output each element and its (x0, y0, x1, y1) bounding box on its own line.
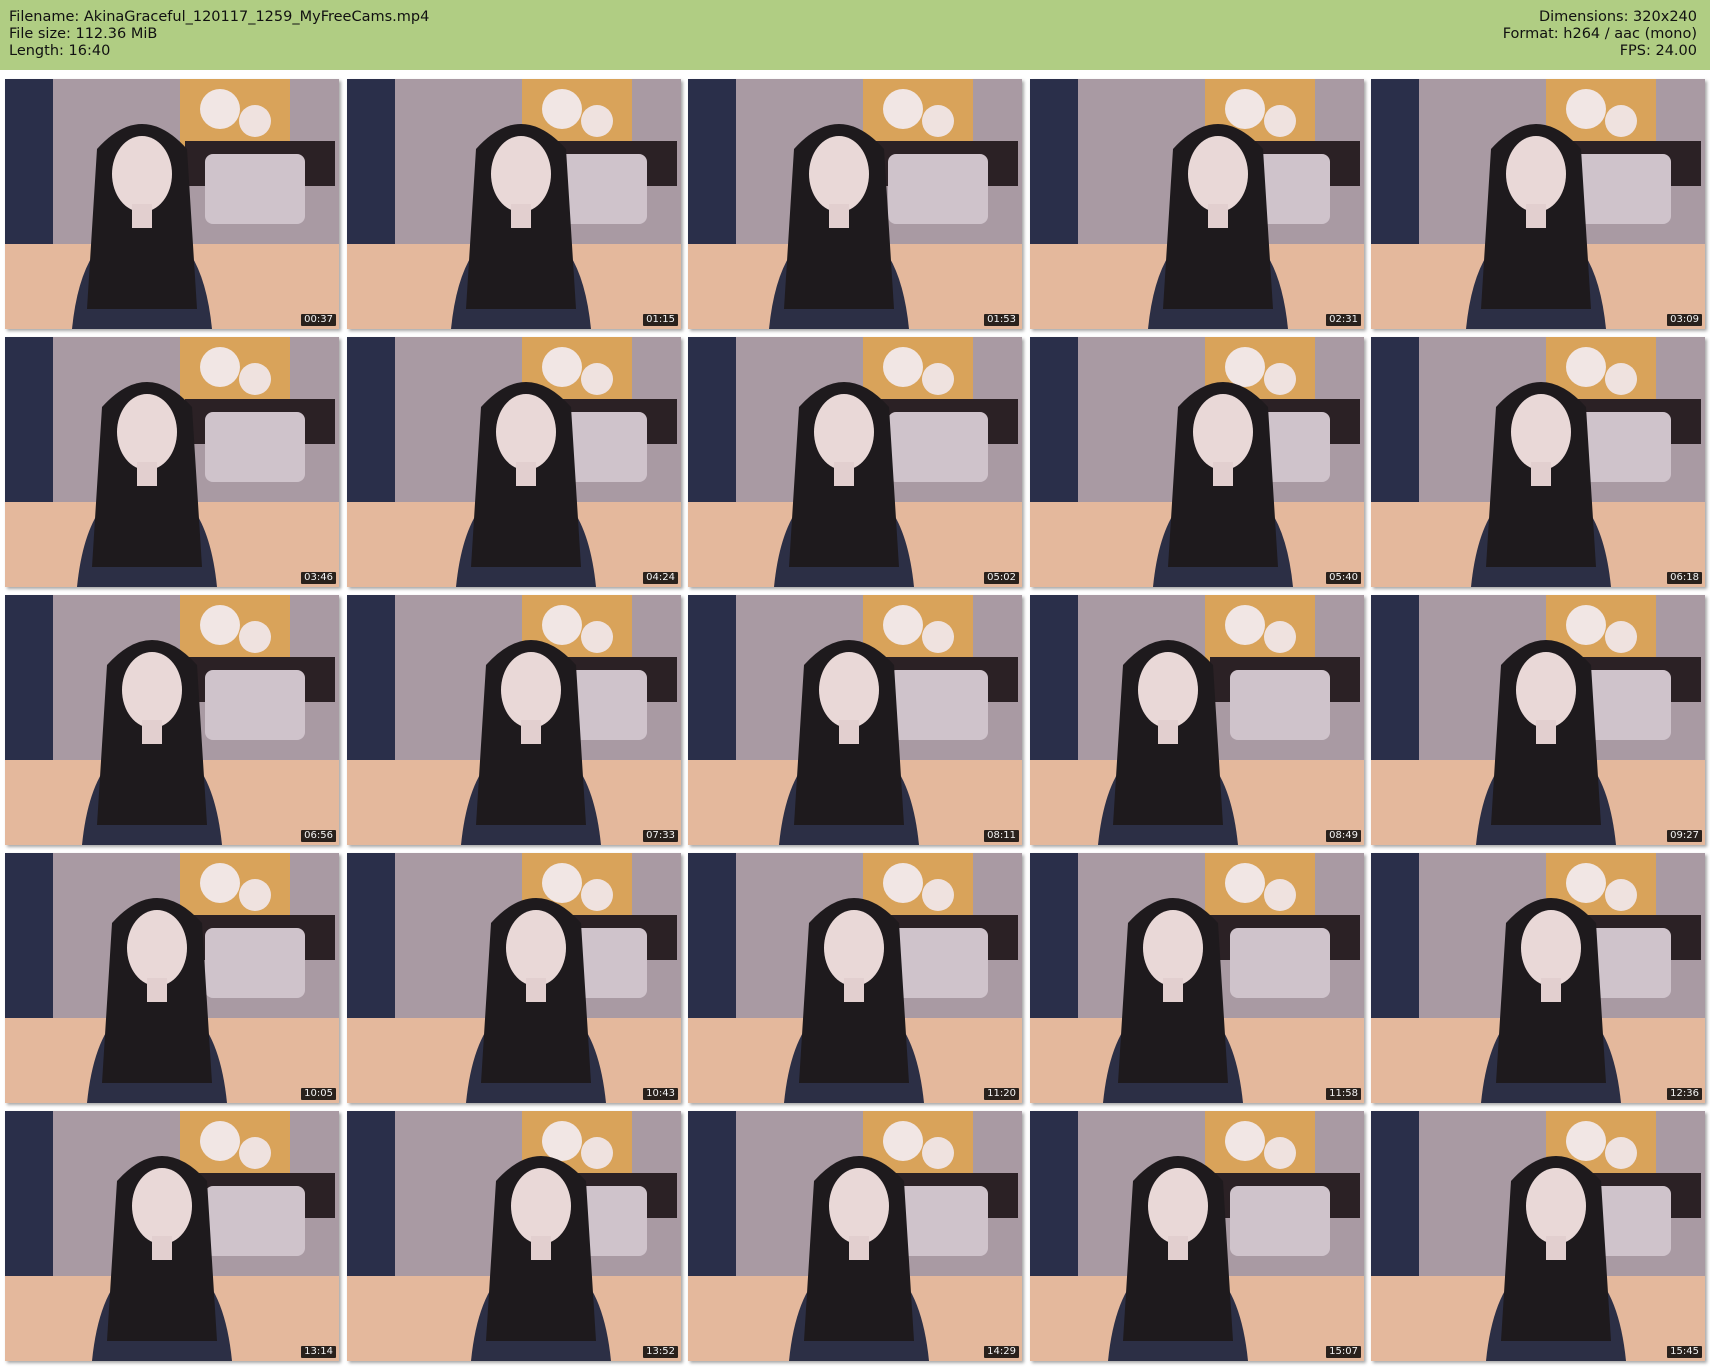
thumbnail-frame: 13:14 (5, 1111, 339, 1361)
frame-image (1371, 1111, 1705, 1361)
timestamp-label: 12:36 (1667, 1088, 1702, 1100)
thumbnail-frame: 06:18 (1371, 337, 1705, 587)
thumbnail-frame: 10:05 (5, 853, 339, 1103)
frame-image (1371, 853, 1705, 1103)
timestamp-label: 06:18 (1667, 572, 1702, 584)
frame-image (1371, 595, 1705, 845)
frame-image (1030, 337, 1364, 587)
timestamp-label: 11:58 (1326, 1088, 1361, 1100)
thumbnail-frame: 15:45 (1371, 1111, 1705, 1361)
thumbnail-frame: 00:37 (5, 79, 339, 329)
frame-image (688, 337, 1022, 587)
timestamp-label: 13:52 (643, 1346, 678, 1358)
timestamp-label: 14:29 (984, 1346, 1019, 1358)
frame-image (5, 337, 339, 587)
timestamp-label: 11:20 (984, 1088, 1019, 1100)
thumbnail-frame: 12:36 (1371, 853, 1705, 1103)
thumbnail-frame: 02:31 (1030, 79, 1364, 329)
fps-text: FPS: 24.00 (1619, 43, 1697, 59)
frame-image (5, 853, 339, 1103)
thumbnail-frame: 03:09 (1371, 79, 1705, 329)
timestamp-label: 15:07 (1326, 1346, 1361, 1358)
thumbnail-frame: 06:56 (5, 595, 339, 845)
thumbnail-frame: 09:27 (1371, 595, 1705, 845)
thumbnail-frame: 11:58 (1030, 853, 1364, 1103)
timestamp-label: 06:56 (301, 830, 336, 842)
thumbnail-frame: 11:20 (688, 853, 1022, 1103)
frame-image (688, 79, 1022, 329)
timestamp-label: 02:31 (1326, 314, 1361, 326)
frame-image (688, 1111, 1022, 1361)
thumbnail-frame: 10:43 (347, 853, 681, 1103)
thumbnail-frame: 13:52 (347, 1111, 681, 1361)
frame-image (1371, 79, 1705, 329)
file-info-right: Dimensions: 320x240 Format: h264 / aac (… (1503, 9, 1697, 60)
timestamp-label: 01:15 (643, 314, 678, 326)
thumbnail-frame: 05:02 (688, 337, 1022, 587)
frame-image (347, 853, 681, 1103)
timestamp-label: 04:24 (643, 572, 678, 584)
timestamp-label: 03:09 (1667, 314, 1702, 326)
frame-image (347, 79, 681, 329)
thumbnail-frame: 08:11 (688, 595, 1022, 845)
thumbnail-frame: 08:49 (1030, 595, 1364, 845)
timestamp-label: 15:45 (1667, 1346, 1702, 1358)
thumbnail-frame: 01:53 (688, 79, 1022, 329)
frame-image (1030, 79, 1364, 329)
timestamp-label: 13:14 (301, 1346, 336, 1358)
thumbnail-frame: 07:33 (347, 595, 681, 845)
frame-image (688, 853, 1022, 1103)
timestamp-label: 03:46 (301, 572, 336, 584)
timestamp-label: 10:43 (643, 1088, 678, 1100)
frame-image (1030, 853, 1364, 1103)
timestamp-label: 01:53 (984, 314, 1019, 326)
filesize-text: File size: 112.36 MiB (9, 26, 158, 42)
thumbnail-frame: 15:07 (1030, 1111, 1364, 1361)
frame-image (1371, 337, 1705, 587)
thumbnail-frame: 03:46 (5, 337, 339, 587)
frame-image (5, 79, 339, 329)
thumbnail-grid: 00:37 01:15 01:53 02:31 03:09 03:46 04:24 05:02… (5, 79, 1710, 1367)
thumbnail-frame: 05:40 (1030, 337, 1364, 587)
frame-image (5, 595, 339, 845)
dimensions-text: Dimensions: 320x240 (1538, 9, 1697, 25)
frame-image (347, 1111, 681, 1361)
timestamp-label: 07:33 (643, 830, 678, 842)
info-header: Filename: AkinaGraceful_120117_1259_MyFr… (0, 0, 1710, 70)
thumbnail-frame: 01:15 (347, 79, 681, 329)
frame-image (347, 337, 681, 587)
timestamp-label: 10:05 (301, 1088, 336, 1100)
timestamp-label: 08:49 (1326, 830, 1361, 842)
thumbnail-frame: 04:24 (347, 337, 681, 587)
length-text: Length: 16:40 (9, 43, 111, 59)
timestamp-label: 09:27 (1667, 830, 1702, 842)
frame-image (688, 595, 1022, 845)
timestamp-label: 05:02 (984, 572, 1019, 584)
filename-text: Filename: AkinaGraceful_120117_1259_MyFr… (9, 9, 430, 25)
file-info-left: Filename: AkinaGraceful_120117_1259_MyFr… (9, 9, 429, 60)
frame-image (347, 595, 681, 845)
timestamp-label: 08:11 (984, 830, 1019, 842)
timestamp-label: 05:40 (1326, 572, 1361, 584)
format-text: Format: h264 / aac (mono) (1502, 26, 1697, 42)
timestamp-label: 00:37 (301, 314, 336, 326)
frame-image (1030, 595, 1364, 845)
thumbnail-frame: 14:29 (688, 1111, 1022, 1361)
frame-image (1030, 1111, 1364, 1361)
frame-image (5, 1111, 339, 1361)
